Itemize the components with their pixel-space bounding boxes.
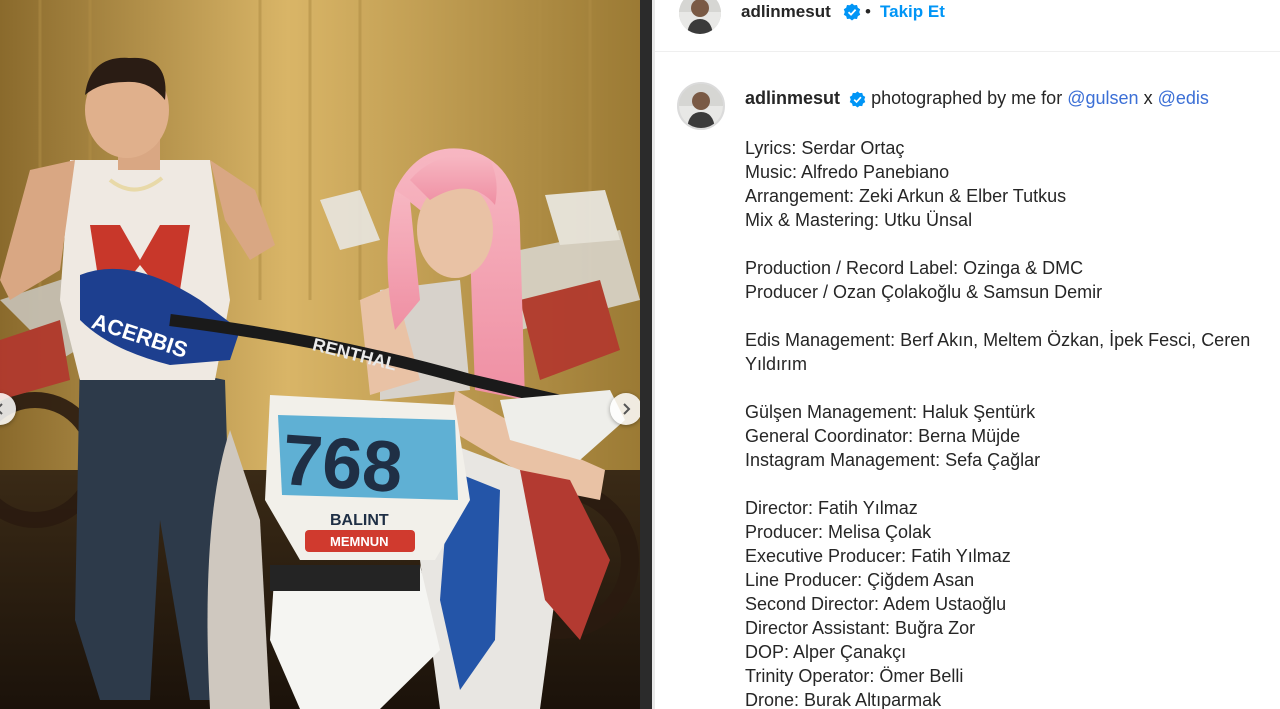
caption-line [745,304,1265,328]
caption-avatar[interactable] [677,82,725,130]
caption-line: Gülşen Management: Haluk Şentürk [745,402,1036,422]
caption-line: Music: Alfredo Panebiano [745,162,950,182]
caption-line: Yıldırım [745,354,808,374]
caption-username[interactable]: adlinmesut [745,88,840,108]
avatar-photo-icon [679,84,723,128]
caption-line: Mix & Mastering: Utku Ünsal [745,210,973,230]
caption-line: Edis Management: Berf Akın, Meltem Özkan… [745,330,1251,350]
caption-line: Second Director: Adem Ustaoğlu [745,594,1007,614]
follow-button[interactable]: Takip Et [880,2,945,22]
caption-line: Producer / Ozan Çolakoğlu & Samsun Demir [745,282,1103,302]
caption-line: Arrangement: Zeki Arkun & Elber Tutkus [745,186,1067,206]
caption-line: General Coordinator: Berna Müjde [745,426,1021,446]
caption-line: Producer: Melisa Çolak [745,522,932,542]
header-separator: • [865,2,871,21]
caption-line: Drone: Burak Altıparmak [745,690,942,709]
fender-text: BALINT [330,512,389,529]
sticker-text: MEMNUN [330,534,389,549]
avatar-photo-icon [679,0,721,34]
avatar[interactable] [679,0,721,34]
caption-line: Instagram Management: Sefa Çağlar [745,450,1041,470]
post-photo[interactable]: ACERBIS RENTHAL 768 BALINT MEMNUN [0,0,640,709]
caption-line: Trinity Operator: Ömer Belli [745,666,964,686]
caption-credits: Lyrics: Serdar Ortaç Music: Alfredo Paneb… [745,136,1265,709]
media-divider [640,0,652,709]
photo-illustration: ACERBIS RENTHAL 768 BALINT MEMNUN [0,0,640,709]
caption-line [745,376,1265,400]
caption-intro-text: photographed by me for [871,88,1063,108]
mention-link-gulsen[interactable]: @gulsen [1067,88,1138,108]
post-details-panel: adlinmesut • Takip Et adlinmesut photogr… [655,0,1280,709]
caption-line [745,232,1265,256]
chevron-right-icon [623,403,631,415]
caption-line: Line Producer: Çiğdem Asan [745,570,975,590]
mention-link-edis[interactable]: @edis [1158,88,1209,108]
caption-joiner: x [1143,88,1153,108]
header-username[interactable]: adlinmesut [741,2,831,22]
caption-line: Lyrics: Serdar Ortaç [745,138,905,158]
caption-line: Production / Record Label: Ozinga & DMC [745,258,1084,278]
post-header: adlinmesut • Takip Et [655,0,1280,52]
verified-badge-icon [843,3,861,21]
chevron-left-icon [0,403,3,415]
caption-line: Director: Fatih Yılmaz [745,498,918,518]
caption-line: Executive Producer: Fatih Yılmaz [745,546,1011,566]
next-image-button[interactable] [610,393,640,425]
caption-first-line: adlinmesut photographed by me for @gulse… [745,88,1209,109]
caption-line [745,472,1265,496]
bike-number-text: 768 [280,420,405,508]
caption-line: Director Assistant: Buğra Zor [745,618,976,638]
caption-line: DOP: Alper Çanakçı [745,642,907,662]
verified-badge-icon [849,91,866,108]
